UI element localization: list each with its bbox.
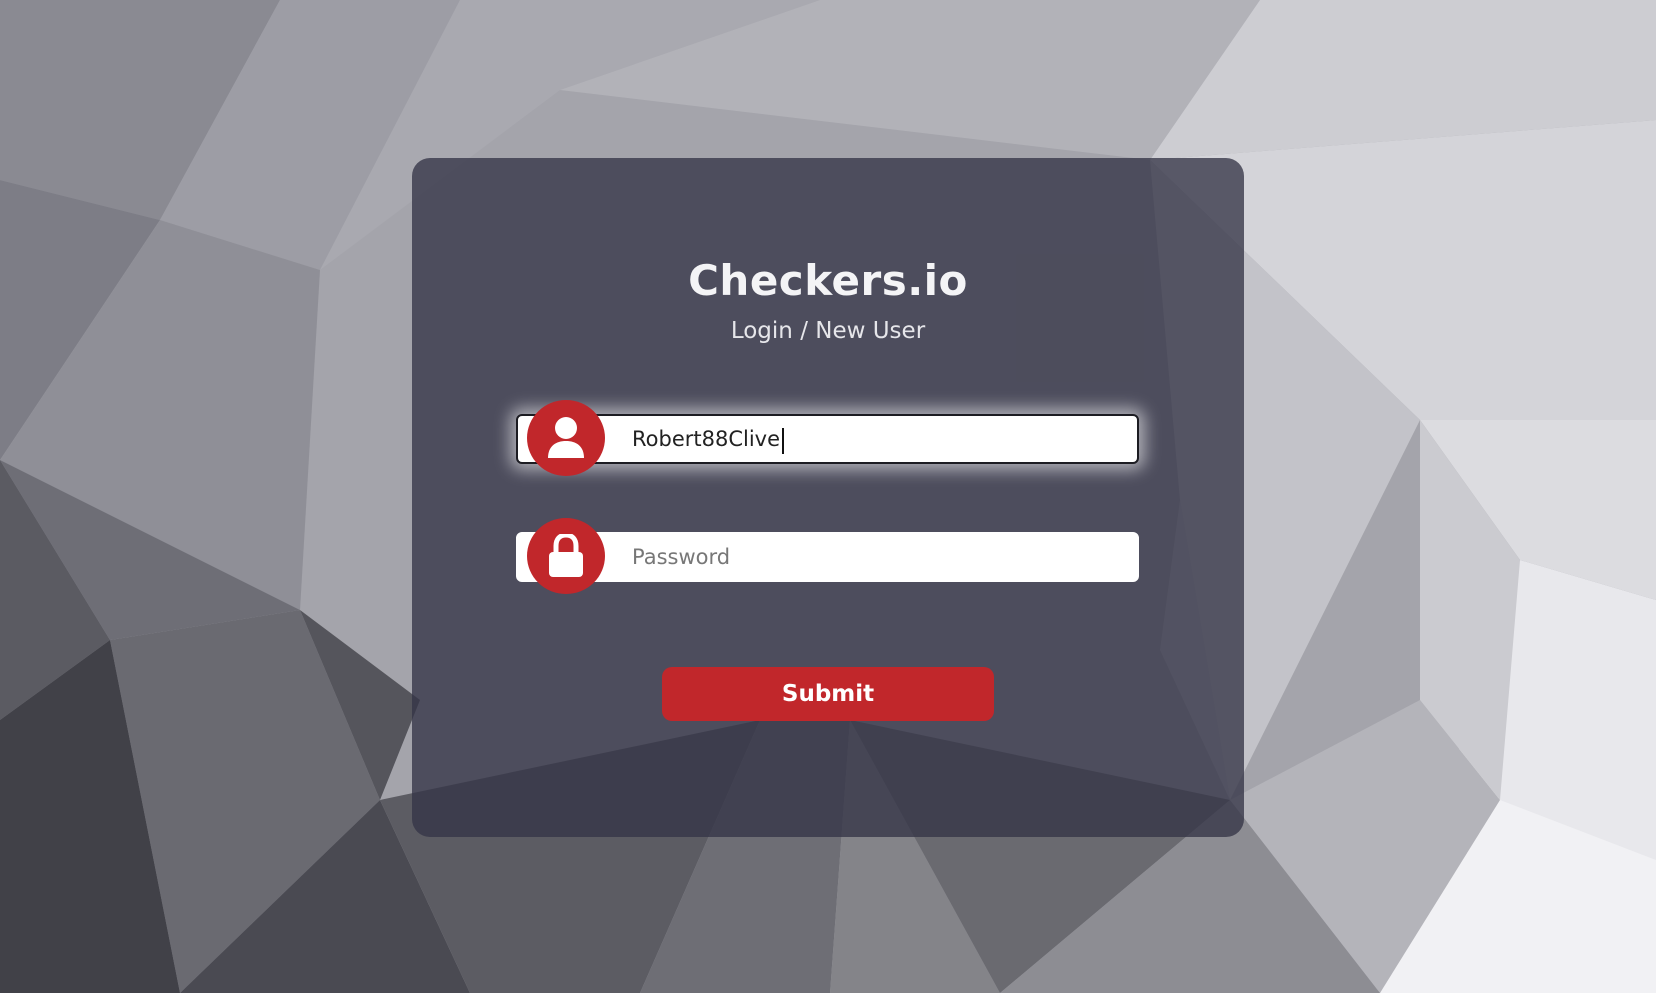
page-subtitle: Login / New User — [730, 318, 926, 344]
submit-button[interactable]: Submit — [662, 667, 994, 721]
username-input[interactable] — [632, 416, 1122, 462]
text-caret — [782, 428, 784, 454]
password-input[interactable] — [632, 534, 1122, 580]
lock-icon — [527, 518, 605, 594]
user-icon — [527, 400, 605, 476]
app-title: Checkers.io — [688, 256, 968, 305]
username-field[interactable] — [516, 414, 1139, 464]
login-page: Checkers.io Login / New User Submit — [0, 0, 1656, 993]
login-card: Checkers.io Login / New User Submit — [412, 158, 1244, 837]
password-field[interactable] — [516, 532, 1139, 582]
